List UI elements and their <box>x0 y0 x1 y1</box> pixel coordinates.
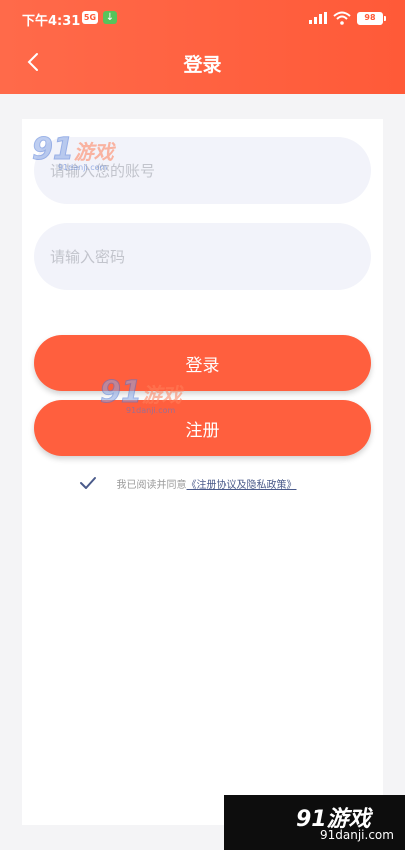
page-title: 登录 <box>183 54 222 76</box>
login-card: 登录 注册 我已阅读并同意 《注册协议及隐私政策》 <box>22 119 383 825</box>
signal-icon <box>309 12 327 24</box>
checkmark-icon[interactable] <box>79 476 97 490</box>
watermark-middle: 91游戏 91danji.com <box>100 375 182 416</box>
battery-icon: 98 <box>357 11 386 25</box>
password-input[interactable] <box>34 223 371 290</box>
watermark-url: 91danji.com <box>58 163 108 172</box>
5g-icon: 5G <box>82 11 98 24</box>
watermark-number: 91 <box>100 375 143 411</box>
watermark-url: 91danji.com <box>126 406 176 415</box>
login-button[interactable]: 登录 <box>34 335 371 391</box>
download-icon: ↓ <box>103 11 117 24</box>
status-time: 下午4:31 <box>22 14 81 29</box>
watermark-top: 91游戏 91danji.com <box>32 132 114 173</box>
corner-logo: 91游戏 91danji.com <box>224 795 405 850</box>
app-header: 下午4:31 5G ↓ 98 登录 <box>0 0 405 94</box>
watermark-text: 游戏 <box>73 140 114 164</box>
register-button[interactable]: 注册 <box>34 400 371 456</box>
watermark-text: 游戏 <box>141 383 182 407</box>
wifi-icon <box>333 11 351 25</box>
agreement-link[interactable]: 《注册协议及隐私政策》 <box>187 476 297 491</box>
agreement-row: 我已阅读并同意 《注册协议及隐私政策》 <box>22 471 383 495</box>
status-icons: 98 <box>309 8 386 28</box>
agreement-prefix: 我已阅读并同意 <box>116 479 187 491</box>
corner-logo-url: 91danji.com <box>320 828 394 842</box>
watermark-number: 91 <box>32 132 75 168</box>
status-bar: 下午4:31 5G ↓ 98 <box>0 0 405 36</box>
